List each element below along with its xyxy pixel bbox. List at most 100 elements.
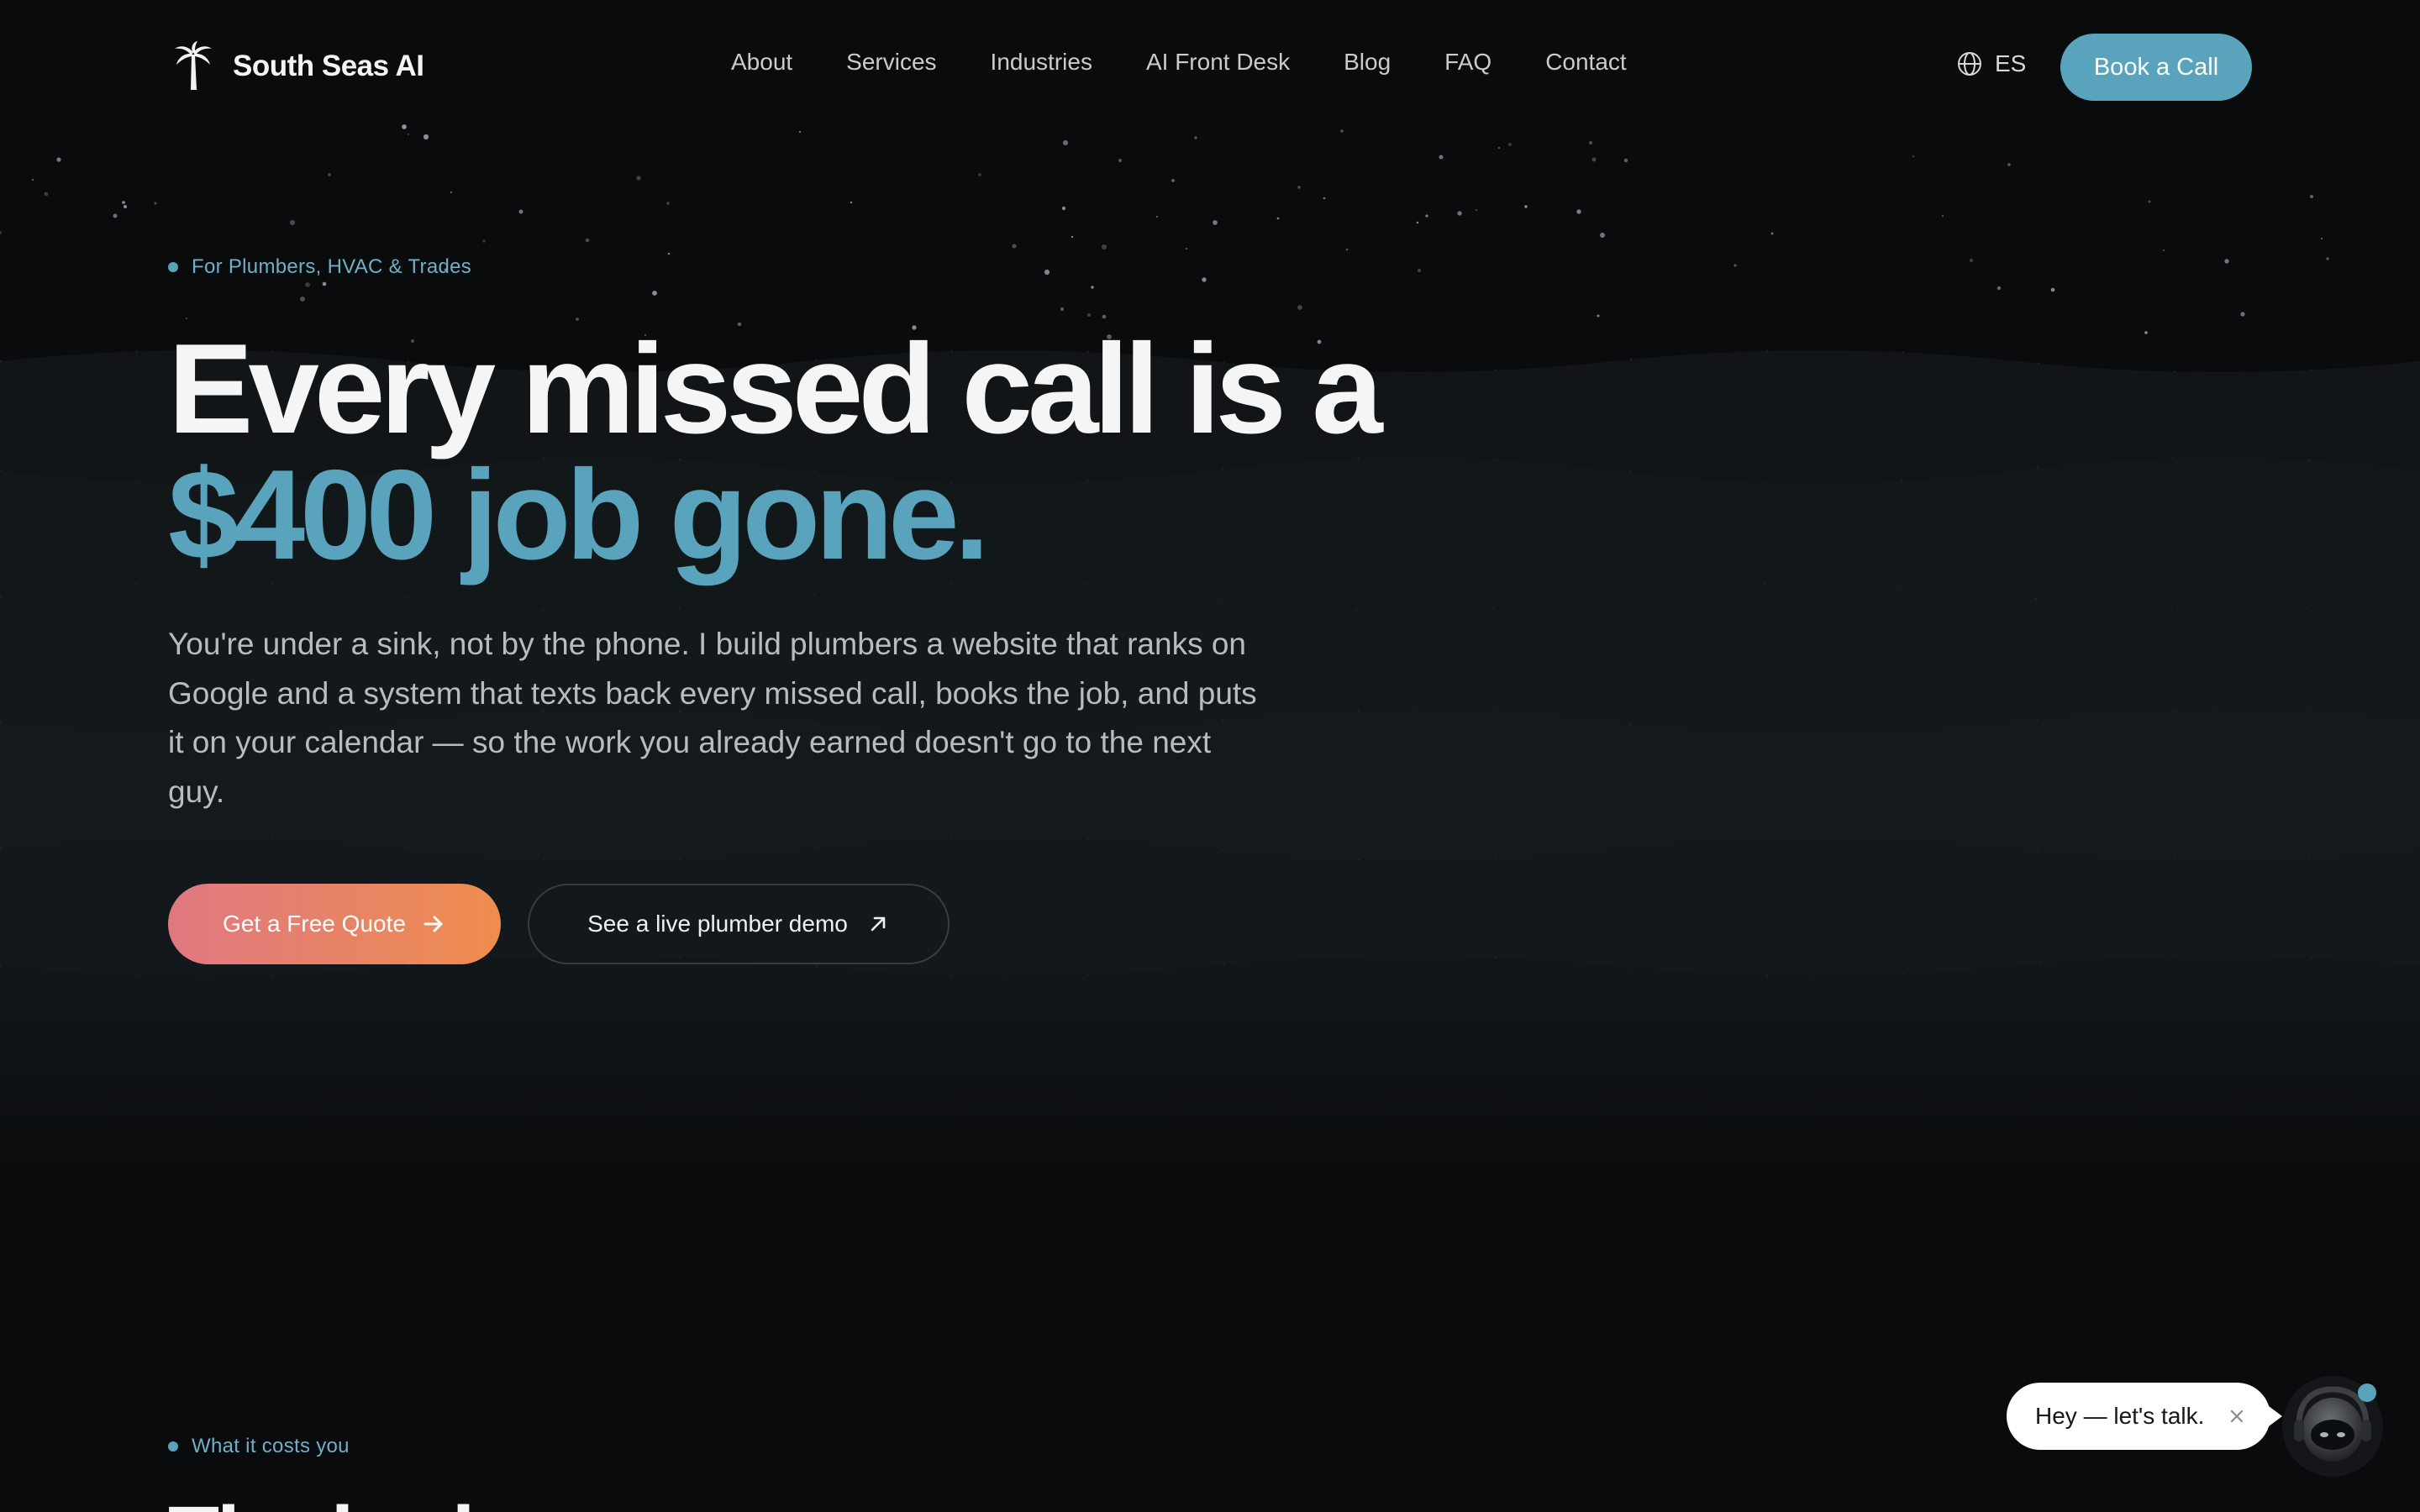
top-navigation: South Seas AI About Services Industries … [0, 0, 2420, 134]
brand-name: South Seas AI [233, 50, 424, 82]
star [1087, 313, 1091, 317]
star [1297, 305, 1302, 310]
star [1600, 233, 1605, 238]
star [1591, 157, 1597, 162]
star [56, 157, 61, 162]
star [1345, 248, 1349, 251]
star [450, 191, 453, 194]
star [1060, 307, 1064, 311]
star [1475, 208, 1478, 212]
star [1171, 179, 1175, 182]
star [1276, 217, 1280, 220]
chat-greeting-text: Hey — let's talk. [2035, 1403, 2205, 1429]
section2-eyebrow-text: What it costs you [192, 1435, 350, 1457]
star [2224, 259, 2229, 264]
star [305, 282, 310, 287]
star [1497, 146, 1501, 150]
star [1770, 232, 1774, 235]
eyebrow-dot [168, 262, 178, 272]
star [2310, 195, 2313, 198]
star [482, 239, 486, 243]
star [1297, 186, 1301, 189]
hero-title-line2: $400 job gone. [168, 444, 990, 586]
hero-title: Every missed call is a $400 job gone. [168, 325, 1512, 586]
star [1323, 197, 1326, 200]
star [1941, 214, 1944, 218]
star [1439, 155, 1444, 160]
star [2050, 287, 2055, 292]
star [1417, 268, 1422, 273]
nav-link-industries[interactable]: Industries [991, 49, 1092, 76]
palm-tree-icon [175, 41, 212, 90]
star [1996, 286, 2002, 291]
star [300, 297, 305, 302]
star [667, 252, 671, 255]
star [423, 134, 429, 140]
star [585, 238, 590, 243]
star [2326, 257, 2329, 260]
close-icon[interactable] [2225, 1404, 2249, 1428]
star [1425, 214, 1428, 218]
star [518, 209, 523, 214]
star [1457, 211, 1462, 216]
arrow-up-right-icon [871, 916, 886, 932]
page: South Seas AI About Services Industries … [0, 0, 2420, 1512]
book-a-call-button[interactable]: Book a Call [2060, 34, 2252, 101]
hero-subtitle: You're under a sink, not by the phone. I… [168, 627, 1257, 809]
star [1524, 205, 1528, 208]
star [1588, 140, 1593, 145]
language-switcher[interactable]: ES [1956, 50, 2026, 77]
star [1091, 286, 1094, 289]
nav-links: About Services Industries AI Front Desk … [731, 49, 1681, 76]
star [1062, 139, 1069, 146]
star [1194, 136, 1197, 139]
nav-link-about[interactable]: About [731, 49, 792, 76]
star [124, 205, 127, 208]
star [1071, 235, 1074, 239]
star [1202, 277, 1207, 282]
hero-title-line1: Every missed call is a [168, 318, 1383, 460]
section2-eyebrow: What it costs you [168, 1435, 350, 1458]
star [1508, 143, 1512, 146]
star [1912, 155, 1915, 158]
star [1012, 244, 1017, 249]
get-free-quote-label: Get a Free Quote [223, 911, 406, 937]
star [1597, 314, 1600, 318]
hero-eyebrow-text: For Plumbers, HVAC & Trades [192, 255, 472, 278]
nav-link-contact[interactable]: Contact [1545, 49, 1627, 76]
nav-link-faq[interactable]: FAQ [1444, 49, 1491, 76]
brand-logo[interactable]: South Seas AI [172, 39, 424, 94]
robot-avatar-icon[interactable] [2281, 1374, 2385, 1478]
star [666, 202, 670, 205]
star [1213, 220, 1218, 225]
star [44, 192, 49, 197]
star [113, 213, 118, 218]
star [1156, 216, 1158, 218]
nav-link-blog[interactable]: Blog [1344, 49, 1391, 76]
star [1576, 209, 1581, 214]
chat-greeting-bubble[interactable]: Hey — let's talk. [2007, 1383, 2282, 1450]
globe-icon [1958, 52, 1981, 76]
star [289, 219, 296, 226]
nav-link-services[interactable]: Services [846, 49, 936, 76]
language-label: ES [1995, 50, 2027, 76]
nav-link-ai-front-desk[interactable]: AI Front Desk [1146, 49, 1290, 76]
star [2162, 249, 2165, 252]
live-demo-button[interactable]: See a live plumber demo [528, 884, 950, 964]
star [1733, 264, 1737, 267]
star [122, 201, 125, 204]
star [1102, 244, 1107, 249]
star [1185, 247, 1188, 250]
live-demo-label: See a live plumber demo [587, 911, 848, 937]
star [652, 291, 657, 296]
star [850, 201, 853, 204]
section2-title: The bad [168, 1488, 475, 1512]
star [154, 202, 157, 205]
star [636, 176, 641, 181]
hero-eyebrow: For Plumbers, HVAC & Trades [168, 255, 471, 279]
get-free-quote-button[interactable]: Get a Free Quote [168, 884, 501, 964]
star [31, 178, 34, 181]
star [1044, 269, 1050, 276]
star [1416, 221, 1419, 224]
arrow-right-icon [424, 916, 443, 932]
